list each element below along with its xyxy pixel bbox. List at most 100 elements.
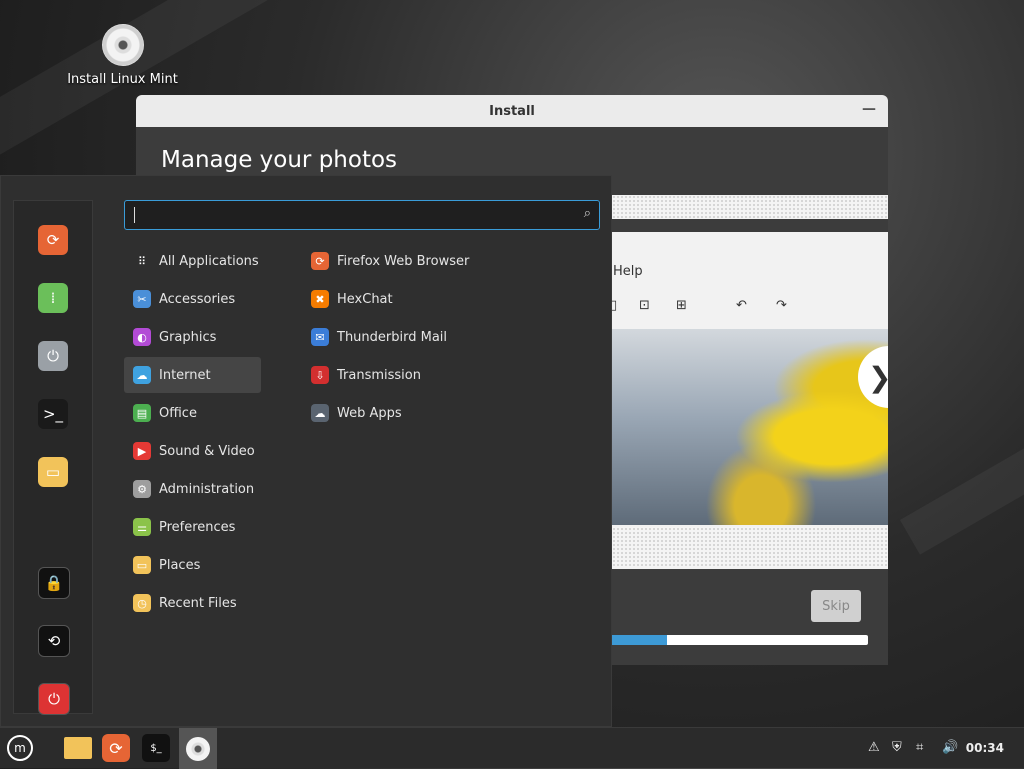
play-icon: ▶ [133,442,151,460]
network-icon[interactable]: ⌗ [916,740,923,755]
app-label: Firefox Web Browser [337,253,470,269]
firefox-icon: ⟳ [109,738,123,758]
volume-icon[interactable]: 🔊 [942,740,958,755]
transmission-icon: ⇩ [311,366,329,384]
lock-button[interactable]: 🔒 [38,567,70,599]
rotate-left-icon: ↶ [736,298,747,313]
favorite-settings-toggle[interactable]: ⏻ [38,341,68,371]
app-transmission[interactable]: ⇩ Transmission [309,357,509,393]
skip-button[interactable]: Skip [811,590,861,622]
power-icon: ⏻ [48,690,60,708]
taskbar-installer-button[interactable] [179,728,217,769]
notifications-icon[interactable]: ⚠ [868,740,880,755]
search-field[interactable] [137,204,561,228]
clock[interactable]: 00:34 [966,741,1004,755]
favorites-sidebar: ⟳ ⁞ ⏻ >_ ▭ 🔒 ⟲ ⏻ [13,200,93,715]
app-firefox-web-browser[interactable]: ⟳ Firefox Web Browser [309,243,509,279]
recent-folder-icon: ◷ [133,594,151,612]
logout-button[interactable]: ⟲ [38,625,70,657]
favorite-software-manager[interactable]: ⁞ [38,283,68,313]
taskbar-firefox-button[interactable]: ⟳ [102,734,130,762]
search-input[interactable]: ⌕ [124,200,600,230]
install-progress-bar [600,635,868,645]
document-icon: ▤ [133,404,151,422]
text-caret [134,207,135,223]
favorite-firefox[interactable]: ⟳ [38,225,68,255]
rotate-right-icon: ↷ [776,298,787,313]
disc-icon [101,24,144,66]
app-label: Transmission [337,367,421,383]
category-all-applications[interactable]: ⠿ All Applications [124,243,261,279]
window-titlebar[interactable]: Install — [136,95,888,127]
help-menu: Help [613,264,643,279]
settings-toggle-icon: ⏻ [47,347,59,365]
category-label: Places [159,557,201,573]
category-office[interactable]: ▤ Office [124,395,261,431]
app-label: Thunderbird Mail [337,329,448,345]
hexchat-icon: ✖ [311,290,329,308]
chevron-right-icon: ❯ [868,361,888,394]
terminal-icon: >_ [42,405,64,423]
mail-icon: ✉ [311,328,329,346]
menu-button[interactable]: m [4,732,36,764]
category-label: Graphics [159,329,217,345]
app-thunderbird-mail[interactable]: ✉ Thunderbird Mail [309,319,509,355]
favorite-folder[interactable]: ▭ [38,457,68,487]
scissors-icon: ✂ [133,290,151,308]
category-sound-video[interactable]: ▶ Sound & Video [124,433,261,469]
slide-heading: Manage your photos [161,147,398,173]
category-label: Sound & Video [159,443,255,459]
category-label: Internet [159,367,211,383]
app-web-apps[interactable]: ☁ Web Apps [309,395,509,431]
category-label: Office [159,405,197,421]
desktop-install-icon[interactable]: Install Linux Mint [60,20,185,87]
admin-icon: ⚙ [133,480,151,498]
desktop-install-label: Install Linux Mint [67,72,178,87]
category-label: All Applications [159,253,259,269]
taskbar-files-button[interactable] [62,732,94,764]
category-accessories[interactable]: ✂ Accessories [124,281,261,317]
folder-icon [64,737,92,759]
category-preferences[interactable]: ⚌ Preferences [124,509,261,545]
grid-icon: ⠿ [137,254,147,268]
window-title: Install [489,103,535,119]
category-label: Recent Files [159,595,237,611]
folder-icon: ▭ [45,463,61,481]
minimize-icon[interactable]: — [862,101,876,117]
category-recent-files[interactable]: ◷ Recent Files [124,585,261,621]
prefs-icon: ⚌ [133,518,151,536]
category-graphics[interactable]: ◐ Graphics [124,319,261,355]
lock-icon: 🔒 [44,574,64,592]
firefox-icon: ⟳ [46,231,60,249]
category-internet[interactable]: ☁ Internet [124,357,261,393]
webapps-icon: ☁ [311,404,329,422]
taskbar-terminal-button[interactable]: $_ [142,734,170,762]
app-label: HexChat [337,291,393,307]
wallpaper-stripe [900,430,1024,555]
folder-icon: ▭ [133,556,151,574]
category-label: Administration [159,481,255,497]
taskbar: m ⟳ $_ ⚠ ⛨ ⌗ 🔊 00:34 [0,727,1024,769]
category-label: Accessories [159,291,236,307]
shield-icon[interactable]: ⛨ [892,740,902,755]
software-manager-icon: ⁞ [50,289,56,307]
app-hexchat[interactable]: ✖ HexChat [309,281,509,317]
disc-icon [186,736,210,761]
search-icon: ⌕ [583,206,591,221]
favorite-terminal[interactable]: >_ [38,399,68,429]
category-label: Preferences [159,519,236,535]
category-places[interactable]: ▭ Places [124,547,261,583]
one-page-icon: ⊡ [639,298,650,313]
app-label: Web Apps [337,405,402,421]
power-button[interactable]: ⏻ [38,683,70,715]
terminal-icon: $_ [150,742,162,754]
lily-photo [606,329,888,525]
category-administration[interactable]: ⚙ Administration [124,471,261,507]
palette-icon: ◐ [133,328,151,346]
mint-logo-icon: m [7,735,33,761]
fit-icon: ⊞ [676,298,687,313]
firefox-icon: ⟳ [311,252,329,270]
application-menu: ⟳ ⁞ ⏻ >_ ▭ 🔒 ⟲ ⏻ ⌕ ⠿ All Applications ✂ Accessorie… [0,175,612,727]
logout-icon: ⟲ [47,632,61,650]
cloud-icon: ☁ [133,366,151,384]
